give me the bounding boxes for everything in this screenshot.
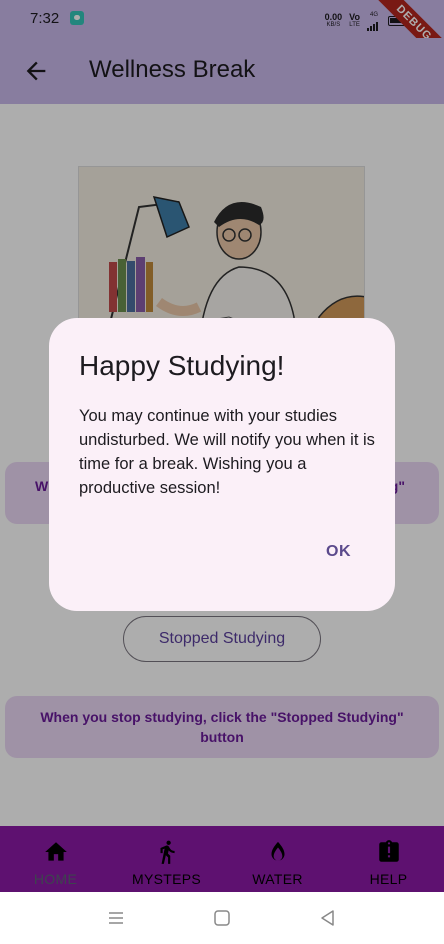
back-button-icon[interactable]	[318, 908, 338, 928]
dialog-body: You may continue with your studies undis…	[79, 407, 375, 497]
modal-scrim-status	[0, 0, 444, 38]
dialog-title: Happy Studying!	[79, 350, 285, 381]
home-button-icon[interactable]	[212, 908, 232, 928]
recent-apps-icon[interactable]	[106, 908, 126, 928]
system-navigation-bar	[0, 892, 444, 944]
ok-button[interactable]: OK	[326, 543, 351, 561]
happy-studying-dialog: Happy Studying! You may continue with yo…	[49, 318, 395, 611]
